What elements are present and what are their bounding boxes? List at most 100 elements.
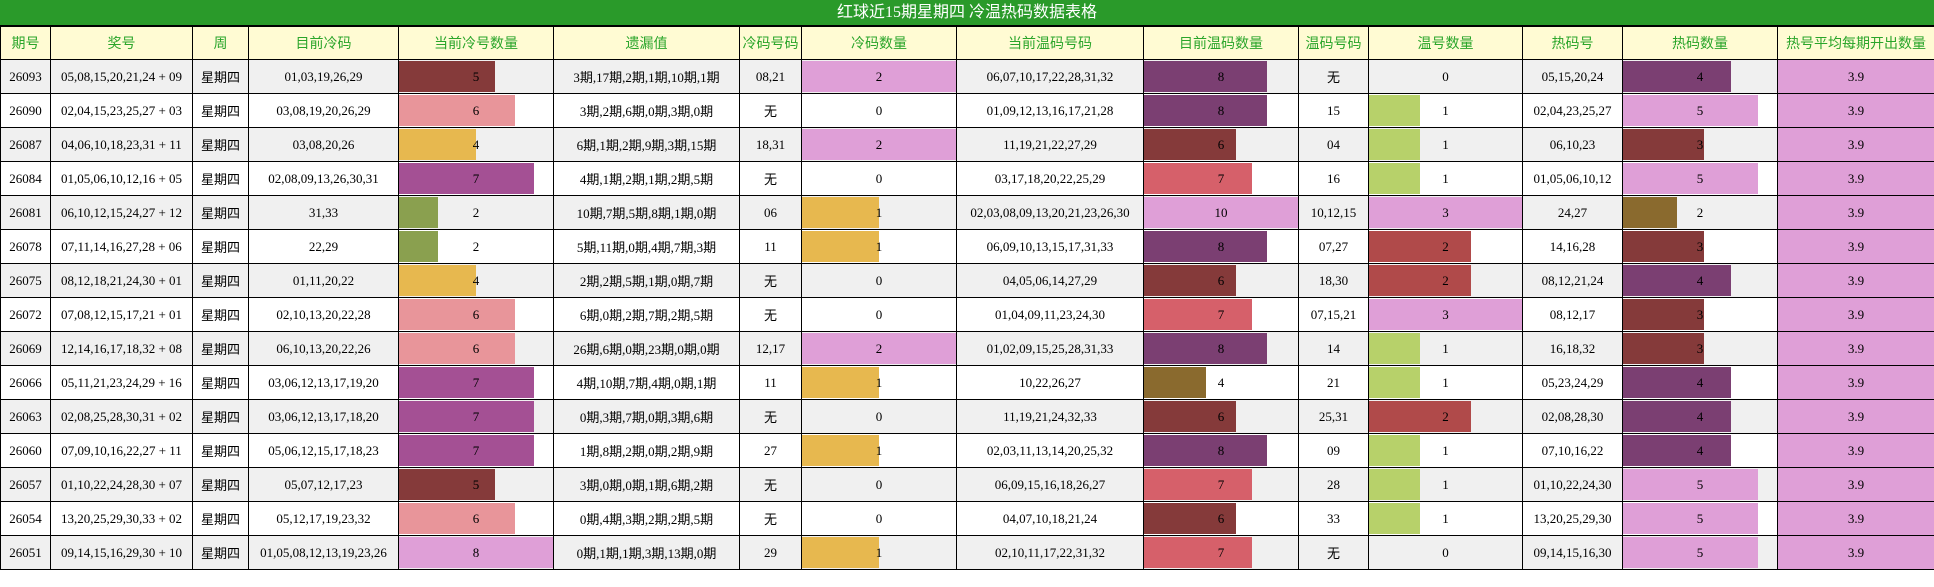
cold-num-count-cell-value: 1	[875, 544, 883, 560]
cold-num-count-cell-value: 0	[875, 306, 883, 322]
cold-num-count-cell-value: 0	[875, 408, 883, 424]
week-cell: 星期四	[192, 433, 249, 468]
cold-num-count-cell: 2	[801, 59, 957, 94]
hot-count-cell: 4	[1622, 365, 1778, 400]
hot-count-cell-value: 3	[1696, 136, 1704, 152]
cold-cell: 05,06,12,15,17,18,23	[248, 433, 399, 468]
cold-nums-cell: 12,17	[739, 331, 802, 366]
warm-count-cell: 8	[1143, 433, 1299, 468]
table-row: 26063 02,08,25,28,30,31 + 02 星期四 03,06,12,1…	[0, 399, 1934, 434]
hot-count-cell: 4	[1622, 263, 1778, 298]
hot-count-cell-value: 2	[1696, 204, 1704, 220]
warm-num-count-cell-value: 2	[1442, 408, 1449, 424]
warm-cell: 02,03,11,13,14,20,25,32	[956, 433, 1144, 468]
hot-count-cell-value: 3	[1696, 306, 1704, 322]
issue-cell: 26060	[0, 433, 51, 468]
draw-cell: 12,14,16,17,18,32 + 08	[50, 331, 193, 366]
cold-count-cell-bar	[399, 401, 534, 432]
table-row: 26078 07,11,14,16,27,28 + 06 星期四 22,29 2 5期,1…	[0, 229, 1934, 264]
header-issue: 期号	[0, 26, 51, 60]
miss-cell: 4期,10期,7期,4期,0期,1期	[553, 365, 740, 400]
cold-num-count-cell: 0	[801, 263, 957, 298]
table-row: 26087 04,06,10,18,23,31 + 11 星期四 03,08,20,2…	[0, 127, 1934, 162]
header-cold-nums: 冷码号码	[739, 26, 802, 60]
warm-num-count-cell-value: 1	[1442, 476, 1449, 492]
cold-count-cell-bar	[399, 197, 438, 228]
cold-count-cell-bar	[399, 367, 534, 398]
warm-num-count-cell: 2	[1368, 263, 1523, 298]
hot-count-cell-value: 5	[1696, 510, 1704, 526]
issue-cell: 26063	[0, 399, 51, 434]
cold-cell: 01,05,08,12,13,19,23,26	[248, 535, 399, 570]
warm-nums-cell: 09	[1298, 433, 1369, 468]
warm-count-cell-value: 7	[1217, 306, 1225, 322]
hot-count-cell-bar	[1623, 435, 1732, 466]
cold-count-cell: 6	[398, 501, 554, 536]
cold-count-cell-value: 7	[472, 170, 480, 186]
week-cell: 星期四	[192, 229, 249, 264]
cold-cell: 03,06,12,13,17,19,20	[248, 365, 399, 400]
cold-count-cell: 7	[398, 399, 554, 434]
warm-count-cell: 8	[1143, 331, 1299, 366]
hot-nums-cell: 13,20,25,29,30	[1522, 501, 1623, 536]
hot-count-cell-bar	[1623, 197, 1678, 228]
cold-cell: 03,08,20,26	[248, 127, 399, 162]
hot-nums-cell: 02,08,28,30	[1522, 399, 1623, 434]
warm-count-cell: 8	[1143, 59, 1299, 94]
warm-count-cell-bar	[1144, 61, 1268, 92]
warm-num-count-cell-value: 1	[1442, 442, 1449, 458]
cold-cell: 22,29	[248, 229, 399, 264]
cold-cell: 05,12,17,19,23,32	[248, 501, 399, 536]
hot-count-cell-bar	[1623, 333, 1705, 364]
warm-num-count-cell-value: 2	[1442, 238, 1449, 254]
hot-nums-cell: 08,12,17	[1522, 297, 1623, 332]
warm-num-count-cell-value: 1	[1442, 340, 1449, 356]
table-title: 红球近15期星期四 冷温热码数据表格	[0, 0, 1934, 26]
hot-count-cell: 5	[1622, 161, 1778, 196]
warm-num-count-cell: 1	[1368, 93, 1523, 128]
warm-cell: 01,09,12,13,16,17,21,28	[956, 93, 1144, 128]
hot-nums-cell: 06,10,23	[1522, 127, 1623, 162]
hot-count-cell: 5	[1622, 535, 1778, 570]
table-row: 26093 05,08,15,20,21,24 + 09 星期四 01,03,19,2…	[0, 59, 1934, 94]
warm-nums-cell: 25,31	[1298, 399, 1369, 434]
cold-cell: 03,08,19,20,26,29	[248, 93, 399, 128]
warm-num-count-cell-bar	[1369, 231, 1471, 262]
hot-count-cell-value: 4	[1696, 68, 1704, 84]
week-cell: 星期四	[192, 501, 249, 536]
hot-count-cell-bar	[1623, 231, 1705, 262]
miss-cell: 26期,6期,0期,23期,0期,0期	[553, 331, 740, 366]
week-cell: 星期四	[192, 297, 249, 332]
header-hot-nums: 热码号	[1522, 26, 1623, 60]
cold-nums-cell: 无	[739, 501, 802, 536]
warm-num-count-cell-value: 1	[1442, 170, 1449, 186]
cold-count-cell: 8	[398, 535, 554, 570]
cold-num-count-cell-bar	[802, 231, 879, 262]
warm-count-cell-value: 7	[1217, 170, 1225, 186]
warm-num-count-cell: 1	[1368, 501, 1523, 536]
warm-count-cell-value: 7	[1217, 544, 1225, 560]
cold-count-cell-value: 6	[472, 102, 480, 118]
miss-cell: 1期,8期,2期,0期,2期,9期	[553, 433, 740, 468]
warm-count-cell-bar	[1144, 435, 1268, 466]
cold-nums-cell: 无	[739, 399, 802, 434]
hot-count-cell-bar	[1623, 265, 1732, 296]
table-row: 26075 08,12,18,21,24,30 + 01 星期四 01,11,20,2…	[0, 263, 1934, 298]
warm-cell: 11,19,21,24,32,33	[956, 399, 1144, 434]
hot-count-cell: 3	[1622, 229, 1778, 264]
warm-count-cell: 6	[1143, 127, 1299, 162]
avg-cell: 3.9	[1777, 229, 1934, 264]
avg-cell: 3.9	[1777, 467, 1934, 502]
draw-cell: 09,14,15,16,29,30 + 10	[50, 535, 193, 570]
cold-nums-cell: 11	[739, 365, 802, 400]
warm-num-count-cell-bar	[1369, 469, 1420, 500]
warm-nums-cell: 18,30	[1298, 263, 1369, 298]
cold-count-cell-bar	[399, 95, 515, 126]
cold-count-cell: 6	[398, 331, 554, 366]
warm-num-count-cell-bar	[1369, 163, 1420, 194]
miss-cell: 2期,2期,5期,1期,0期,7期	[553, 263, 740, 298]
cold-num-count-cell-value: 0	[875, 510, 883, 526]
hot-count-cell: 4	[1622, 433, 1778, 468]
warm-num-count-cell: 0	[1368, 535, 1523, 570]
table-row: 26054 13,20,25,29,30,33 + 02 星期四 05,12,17,1…	[0, 501, 1934, 536]
